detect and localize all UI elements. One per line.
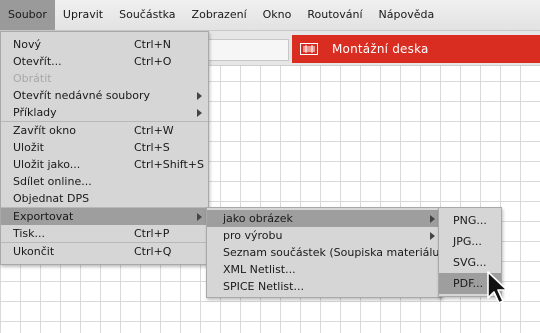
submenu-arrow-icon [197,92,202,100]
menu-item-label: Objednat DPS [13,192,90,205]
pcb-icon [300,43,318,55]
menu-item-label: Nový [13,38,41,51]
tab-label: Montážní deska [332,42,429,56]
menu-item-share-online[interactable]: Sdílet online... [1,173,208,190]
menu-routovani[interactable]: Routování [299,0,370,30]
menu-item-shortcut: Ctrl+N [134,38,172,51]
menu-item-shortcut: Ctrl+O [134,55,172,68]
menu-item-label: jako obrázek [223,212,293,225]
menu-item-label: Ukončit [13,245,55,258]
menu-item-label: Příklady [13,106,57,119]
menu-item-label: Tisk... [13,227,46,240]
menu-zobrazeni[interactable]: Zobrazení [184,0,255,30]
menu-item-open-recent[interactable]: Otevřít nedávné soubory [1,87,208,104]
menu-item-shortcut: Ctrl+P [134,227,170,240]
menu-item-bom[interactable]: Seznam součástek (Soupiska materiálu)... [207,244,454,261]
export-submenu: jako obrázek pro výrobu Seznam součástek… [206,207,454,298]
tab-pcb-view[interactable]: Montážní deska [292,35,540,63]
submenu-arrow-icon [197,109,202,117]
menu-item-label: pro výrobu [223,229,283,242]
menu-item-label: Obrátit [13,72,52,85]
menu-item-label: Sdílet online... [13,175,92,188]
menu-item-shortcut: Ctrl+S [134,141,170,154]
menu-item-for-production[interactable]: pro výrobu [207,227,441,244]
menu-item-label: Zavřít okno [13,124,76,137]
submenu-arrow-icon [430,215,435,223]
menu-soubor[interactable]: Soubor [0,0,55,30]
menu-soucastka[interactable]: Součástka [111,0,183,30]
menu-item-save[interactable]: Uložit Ctrl+S [1,139,208,156]
menu-item-shortcut: Ctrl+W [134,124,174,137]
menu-item-quit[interactable]: Ukončit Ctrl+Q [1,243,208,260]
view-tab-field[interactable] [205,39,289,61]
menu-item-new[interactable]: Nový Ctrl+N [1,36,208,53]
menu-item-shortcut: Ctrl+Q [134,245,172,258]
menu-item-label: Seznam součástek (Soupiska materiálu)... [223,246,455,259]
menu-item-label: Otevřít nedávné soubory [13,89,151,102]
menu-item-as-image[interactable]: jako obrázek [207,210,441,227]
menu-item-label: Uložit jako... [13,158,81,171]
menu-item-spice-netlist[interactable]: SPICE Netlist... [207,278,441,295]
menu-item-xml-netlist[interactable]: XML Netlist... [207,261,441,278]
menu-item-print[interactable]: Tisk... Ctrl+P [1,225,208,242]
menu-item-label: Otevřít... [13,55,62,68]
menu-item-label: XML Netlist... [223,263,296,276]
file-menu-dropdown: Nový Ctrl+N Otevřít... Ctrl+O Obrátit Ot… [0,31,209,265]
menu-bar: Soubor Upravit Součástka Zobrazení Okno … [0,0,540,31]
menu-item-save-as[interactable]: Uložit jako... Ctrl+Shift+S [1,156,208,173]
menu-item-label: Uložit [13,141,44,154]
menu-item-examples[interactable]: Příklady [1,104,208,121]
menu-item-shortcut: Ctrl+Shift+S [134,158,204,171]
menu-item-order-pcb[interactable]: Objednat DPS [1,190,208,207]
menu-upravit[interactable]: Upravit [55,0,111,30]
menu-item-revert: Obrátit [1,70,208,87]
submenu-arrow-icon [430,232,435,240]
menu-item-open[interactable]: Otevřít... Ctrl+O [1,53,208,70]
menu-item-export[interactable]: Exportovat [1,208,208,225]
menu-item-close-window[interactable]: Zavřít okno Ctrl+W [1,122,208,139]
menu-item-jpg[interactable]: JPG... [439,231,501,252]
menu-napoveda[interactable]: Nápověda [371,0,443,30]
menu-item-png[interactable]: PNG... [439,210,501,231]
menu-item-label: SPICE Netlist... [223,280,304,293]
submenu-arrow-icon [197,213,202,221]
menu-okno[interactable]: Okno [255,0,300,30]
mouse-pointer-icon [487,271,508,304]
menu-item-label: Exportovat [13,210,74,223]
